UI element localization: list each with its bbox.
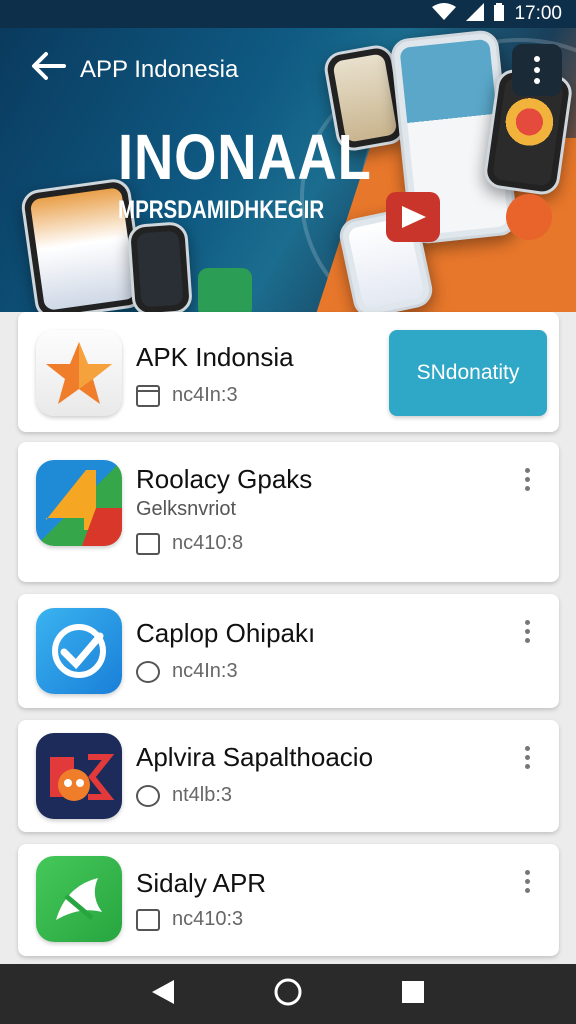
back-button[interactable] bbox=[28, 50, 68, 86]
more-vert-dot bbox=[524, 637, 530, 643]
system-nav-bar bbox=[0, 964, 576, 1024]
list-item[interactable]: Caplop Ohipakı nc4In:3 bbox=[18, 594, 559, 708]
app-meta: nc4In:3 bbox=[136, 384, 238, 407]
banner-subheadline: MPRSDAMIDHKEGIR bbox=[118, 196, 325, 224]
list-item[interactable]: Sidaly APR nc410:3 bbox=[18, 844, 559, 956]
cloud-icon bbox=[136, 660, 160, 683]
more-vert-dot bbox=[524, 485, 530, 491]
app-badge-icon bbox=[198, 268, 252, 312]
more-vert-icon bbox=[524, 619, 530, 625]
signal-icon bbox=[466, 2, 485, 26]
more-options-button[interactable] bbox=[512, 44, 562, 96]
app-name: Sidaly APR bbox=[136, 868, 267, 898]
more-vert-dot bbox=[524, 878, 530, 884]
nav-back-button[interactable] bbox=[143, 974, 183, 1014]
brand-badge-icon bbox=[506, 194, 552, 240]
play-badge-icon bbox=[386, 192, 440, 242]
app-meta-text: nc4In:3 bbox=[172, 384, 238, 406]
wifi-icon bbox=[432, 2, 457, 26]
list-item[interactable]: Roolacy Gpaks Gelksnvriot nc410:8 bbox=[18, 442, 559, 582]
item-more-button[interactable] bbox=[517, 866, 537, 896]
more-vert-dot bbox=[534, 78, 540, 84]
install-button[interactable]: SNdonatity bbox=[389, 330, 547, 416]
shield-icon bbox=[136, 908, 160, 931]
nav-home-icon bbox=[273, 977, 303, 1012]
app-name: Aplvira Sapalthoacio bbox=[136, 742, 374, 772]
more-vert-icon bbox=[524, 869, 530, 875]
app-meta-text: nc4In:3 bbox=[172, 660, 238, 682]
document-icon bbox=[136, 532, 160, 555]
window-icon bbox=[136, 384, 160, 407]
banner-headline: INONAAL bbox=[118, 121, 372, 193]
nav-home-button[interactable] bbox=[268, 974, 308, 1014]
more-vert-icon bbox=[534, 56, 540, 62]
check-badge-icon bbox=[36, 608, 122, 694]
star-icon bbox=[36, 330, 122, 416]
more-vert-dot bbox=[524, 763, 530, 769]
whatsapp-like-icon bbox=[36, 856, 122, 942]
status-bar: 17:00 bbox=[0, 0, 576, 28]
app-meta: nt4lb:3 bbox=[136, 784, 232, 807]
nav-recents-button[interactable] bbox=[393, 974, 433, 1014]
arrow-left-icon bbox=[30, 51, 66, 86]
owl-logo-icon bbox=[36, 733, 122, 819]
app-name: Caplop Ohipakı bbox=[136, 618, 316, 648]
app-meta-text: nc410:8 bbox=[172, 532, 244, 554]
more-vert-icon bbox=[524, 467, 530, 473]
app-name: APK Indonsia bbox=[136, 342, 294, 372]
app-name: Roolacy Gpaks bbox=[136, 464, 313, 494]
app-meta-text: nt4lb:3 bbox=[172, 784, 233, 806]
list-item[interactable]: APK Indonsia nc4In:3 SNdonatity bbox=[18, 312, 559, 432]
item-more-button[interactable] bbox=[517, 464, 537, 494]
refresh-icon bbox=[136, 784, 160, 807]
app-meta-text: nc410:3 bbox=[172, 908, 244, 930]
more-vert-dot bbox=[524, 754, 530, 760]
item-more-button[interactable] bbox=[517, 742, 537, 772]
more-vert-dot bbox=[524, 476, 530, 482]
app-developer: Gelksnvriot bbox=[136, 498, 237, 520]
header-banner: APP Indonesia INONAAL MPRSDAMIDHKEGIR bbox=[0, 28, 576, 312]
list-item[interactable]: Aplvira Sapalthoacio nt4lb:3 bbox=[18, 720, 559, 832]
more-vert-dot bbox=[524, 628, 530, 634]
app-meta: nc4In:3 bbox=[136, 660, 238, 683]
more-vert-dot bbox=[534, 67, 540, 73]
app-meta: nc410:8 bbox=[136, 532, 243, 555]
app-meta: nc410:3 bbox=[136, 908, 243, 931]
status-time: 17:00 bbox=[514, 3, 562, 24]
item-more-button[interactable] bbox=[517, 616, 537, 646]
nav-recents-icon bbox=[401, 980, 425, 1009]
more-vert-icon bbox=[524, 745, 530, 751]
more-vert-dot bbox=[524, 887, 530, 893]
page-title: APP Indonesia bbox=[80, 56, 239, 83]
play-4-icon bbox=[36, 460, 122, 546]
phone-illustration bbox=[126, 221, 194, 312]
battery-icon bbox=[494, 2, 505, 26]
nav-back-icon bbox=[150, 978, 176, 1011]
